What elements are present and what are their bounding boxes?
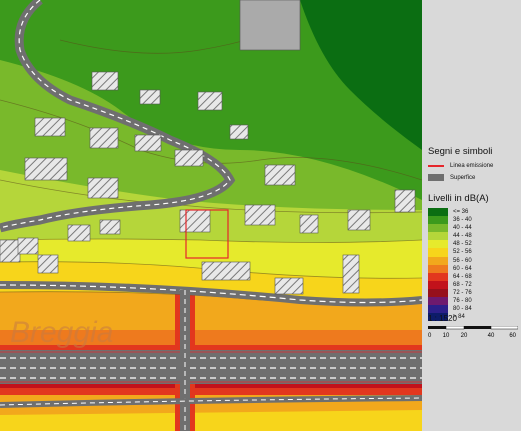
level-label: 56 - 60	[453, 257, 472, 264]
level-label: 48 - 52	[453, 241, 472, 248]
symbols-title: Segni e simboli	[428, 146, 493, 157]
highway	[0, 350, 422, 384]
scale-bar: 0 10 20 40 60	[428, 326, 518, 338]
level-label: 76 - 80	[453, 298, 472, 305]
scale-tick-label: 10	[443, 333, 450, 338]
level-label: 44 - 48	[453, 233, 472, 240]
scale-tick-label: 0	[428, 333, 432, 338]
level-scale: <= 36 36 - 40 40 - 44 44 - 48 48 - 52 52 - 56…	[428, 208, 520, 322]
levels-title: Livelli in dB(A)	[428, 193, 489, 204]
level-label: 36 - 40	[453, 217, 472, 224]
level-swatch	[428, 232, 448, 241]
level-row: 60 - 64	[428, 264, 520, 273]
crossing-road	[180, 290, 190, 431]
red-line-icon	[428, 165, 444, 167]
level-row: <= 36	[428, 208, 520, 217]
noise-map[interactable]: Breggia	[0, 0, 422, 431]
level-swatch	[428, 272, 448, 281]
level-swatch	[428, 216, 448, 225]
level-row: 44 - 48	[428, 232, 520, 241]
level-row: 76 - 80	[428, 297, 520, 306]
level-row: 64 - 68	[428, 272, 520, 281]
level-label: 60 - 64	[453, 265, 472, 272]
level-row: 80 - 84	[428, 305, 520, 314]
level-swatch	[428, 208, 448, 217]
level-swatch	[428, 264, 448, 273]
scale-tick-label: 60	[509, 333, 516, 338]
level-label: 64 - 68	[453, 273, 472, 280]
level-row: 52 - 56	[428, 248, 520, 257]
level-row: 56 - 60	[428, 256, 520, 265]
scale-text: 1 : 1520	[428, 314, 457, 323]
level-swatch	[428, 256, 448, 265]
level-row: 48 - 52	[428, 240, 520, 249]
level-label: 52 - 56	[453, 249, 472, 256]
level-row: 68 - 72	[428, 280, 520, 289]
level-swatch	[428, 248, 448, 257]
legend-panel: Segni e simboli Linea emissione Superfic…	[422, 0, 521, 431]
level-label: 80 - 84	[453, 306, 472, 313]
level-row: 72 - 76	[428, 288, 520, 298]
level-swatch	[428, 288, 448, 298]
symbol-emission-line: Linea emissione	[428, 161, 520, 171]
level-label: 40 - 44	[453, 225, 472, 232]
level-swatch	[428, 240, 448, 249]
level-label: 68 - 72	[453, 281, 472, 288]
place-label: Breggia	[10, 316, 113, 349]
level-row: 36 - 40	[428, 216, 520, 225]
level-swatch	[428, 305, 448, 314]
level-label: 72 - 76	[453, 289, 472, 296]
level-swatch	[428, 297, 448, 306]
level-row: 40 - 44	[428, 224, 520, 233]
grey-box-icon	[428, 174, 444, 181]
scale-tick-label: 20	[461, 333, 468, 338]
level-label: <= 36	[453, 209, 469, 215]
symbol-surface: Superfice	[428, 173, 520, 183]
level-swatch	[428, 280, 448, 289]
level-swatch	[428, 224, 448, 233]
scale-tick-label: 40	[488, 333, 495, 338]
